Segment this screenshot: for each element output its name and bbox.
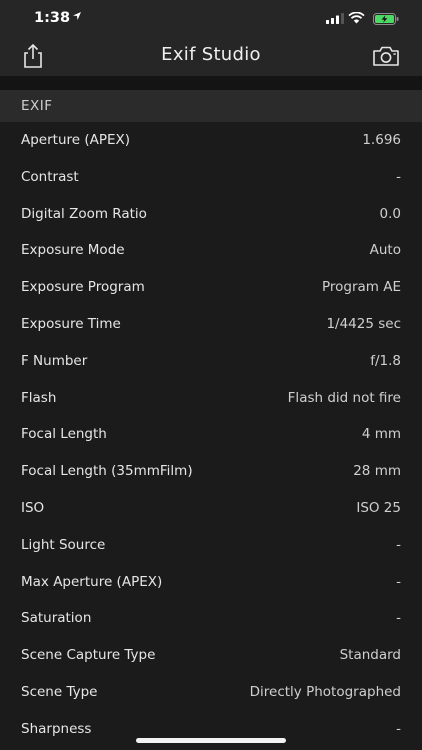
list-item[interactable]: Contrast - (0, 159, 422, 196)
row-label: Focal Length (35mmFilm) (21, 463, 193, 480)
row-value: Auto (369, 242, 401, 259)
location-arrow-icon (73, 12, 81, 20)
list-item[interactable]: Saturation - (0, 600, 422, 637)
section-spacer (0, 76, 422, 90)
list-item[interactable]: Digital Zoom Ratio 0.0 (0, 196, 422, 233)
list-item[interactable]: Exposure Time 1/4425 sec (0, 306, 422, 343)
row-label: Sharpness (21, 720, 92, 737)
row-value: 4 mm (361, 426, 401, 443)
row-value: ISO 25 (356, 499, 401, 516)
row-label: Saturation (21, 610, 92, 627)
status-time: 1:38 (34, 10, 71, 26)
camera-icon (373, 46, 399, 66)
row-label: Max Aperture (APEX) (21, 573, 163, 590)
exif-list[interactable]: Aperture (APEX) 1.696 Contrast - Digital… (0, 122, 422, 748)
status-bar: 1:38 (0, 0, 422, 36)
row-label: Exposure Mode (21, 242, 125, 259)
cellular-signal-icon (326, 13, 344, 24)
camera-button[interactable] (372, 45, 400, 67)
section-title: EXIF (21, 98, 53, 114)
row-label: Scene Type (21, 683, 98, 700)
row-label: Exposure Program (21, 279, 145, 296)
list-item[interactable]: Focal Length (35mmFilm) 28 mm (0, 453, 422, 490)
row-value: Flash did not fire (287, 389, 401, 406)
list-item[interactable]: Scene Capture Type Standard (0, 637, 422, 674)
row-label: Digital Zoom Ratio (21, 205, 147, 222)
row-value: f/1.8 (370, 352, 401, 369)
list-item[interactable]: Focal Length 4 mm (0, 416, 422, 453)
list-item[interactable]: Exposure Program Program AE (0, 269, 422, 306)
row-label: Flash (21, 389, 57, 406)
row-label: Aperture (APEX) (21, 132, 131, 148)
list-item[interactable]: Light Source - (0, 527, 422, 564)
list-item[interactable]: Scene Type Directly Photographed (0, 674, 422, 711)
navigation-bar: Exif Studio (0, 36, 422, 76)
list-item[interactable]: F Number f/1.8 (0, 343, 422, 380)
list-item[interactable]: ISO ISO 25 (0, 490, 422, 527)
row-value: - (396, 536, 401, 553)
row-label: Scene Capture Type (21, 647, 156, 664)
list-item[interactable]: Flash Flash did not fire (0, 380, 422, 417)
row-value: 28 mm (353, 463, 401, 480)
row-label: Exposure Time (21, 315, 121, 332)
row-label: Focal Length (21, 426, 107, 443)
row-label: Light Source (21, 536, 106, 553)
row-label: Contrast (21, 168, 79, 185)
battery-charging-icon (373, 13, 399, 25)
row-value: - (396, 720, 401, 737)
row-label: F Number (21, 352, 88, 369)
row-value: - (396, 610, 401, 627)
list-item[interactable]: Exposure Mode Auto (0, 232, 422, 269)
list-item[interactable]: Aperture (APEX) 1.696 (0, 122, 422, 159)
home-indicator[interactable] (136, 738, 286, 743)
row-value: 0.0 (379, 205, 401, 222)
wifi-icon (348, 12, 365, 24)
page-title: Exif Studio (161, 44, 261, 65)
row-value: - (396, 573, 401, 590)
section-header: EXIF (0, 90, 422, 122)
row-value: Program AE (321, 279, 401, 296)
row-value: 1.696 (362, 132, 401, 148)
row-value: 1/4425 sec (326, 315, 401, 332)
row-label: ISO (21, 499, 45, 516)
row-value: Standard (339, 647, 401, 664)
row-value: - (396, 168, 401, 185)
row-value: Directly Photographed (249, 683, 401, 700)
list-item[interactable]: Max Aperture (APEX) - (0, 564, 422, 601)
